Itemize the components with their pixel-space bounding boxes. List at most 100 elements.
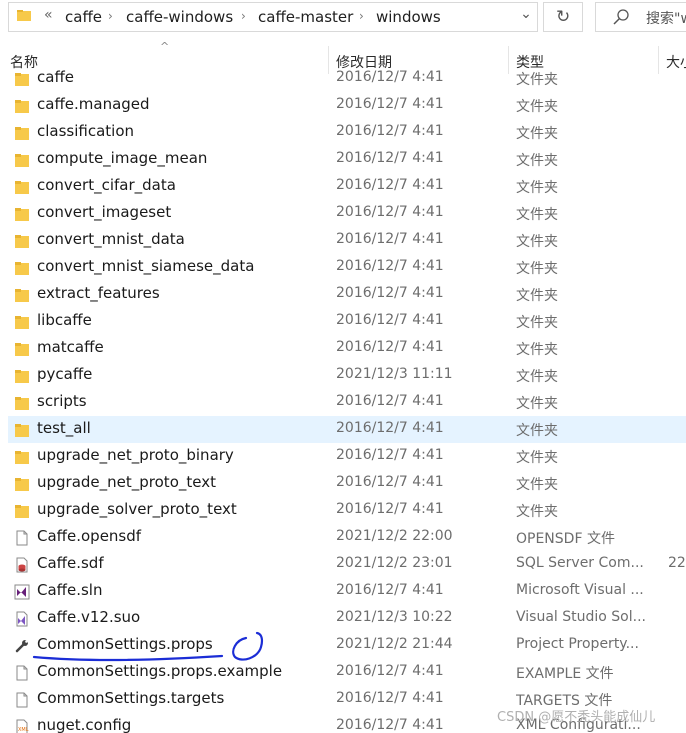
file-type: 文件夹	[516, 477, 558, 493]
file-row[interactable]: convert_mnist_data 2016/12/7 4:41 文件夹	[8, 227, 686, 254]
breadcrumb-overflow-button[interactable]: «	[44, 7, 53, 23]
breadcrumb-separator-icon[interactable]: ›	[359, 9, 364, 23]
file-modified-date: 2016/12/7 4:41	[336, 69, 444, 85]
watermark: CSDN @愿不秃头能成仙儿	[497, 710, 656, 725]
sql-database-icon	[14, 557, 30, 573]
blank-file-icon	[14, 692, 30, 708]
file-type: 文件夹	[516, 288, 558, 304]
folder-icon	[14, 503, 30, 519]
file-name: upgrade_net_proto_text	[37, 473, 216, 491]
breadcrumb-separator-icon[interactable]: ›	[108, 9, 113, 23]
file-modified-date: 2016/12/7 4:41	[336, 150, 444, 166]
file-type: 文件夹	[516, 153, 558, 169]
file-type: 文件夹	[516, 261, 558, 277]
file-modified-date: 2016/12/7 4:41	[336, 447, 444, 463]
file-type: SQL Server Com...	[516, 555, 644, 571]
file-modified-date: 2016/12/7 4:41	[336, 258, 444, 274]
file-row[interactable]: CommonSettings.props.example 2016/12/7 4:…	[8, 659, 686, 686]
file-row[interactable]: CommonSettings.props 2021/12/2 21:44 Proje…	[8, 632, 686, 659]
file-modified-date: 2016/12/7 4:41	[336, 663, 444, 679]
file-name: classification	[37, 122, 135, 140]
file-modified-date: 2016/12/7 4:41	[336, 474, 444, 490]
file-type: Microsoft Visual ...	[516, 582, 644, 598]
file-name: convert_mnist_siamese_data	[37, 257, 255, 275]
file-row[interactable]: upgrade_solver_proto_text 2016/12/7 4:41 文…	[8, 497, 686, 524]
file-name: Caffe.v12.suo	[37, 608, 141, 626]
file-name: compute_image_mean	[37, 149, 208, 167]
search-placeholder: 搜索"w	[646, 11, 686, 27]
file-name: nuget.config	[37, 716, 132, 733]
address-history-dropdown-icon[interactable]: ⌄	[517, 6, 535, 26]
file-name: Caffe.sln	[37, 581, 103, 599]
folder-icon	[14, 71, 30, 87]
folder-icon	[14, 179, 30, 195]
file-type: 文件夹	[516, 396, 558, 412]
breadcrumb-separator-icon[interactable]: ›	[241, 9, 246, 23]
file-row[interactable]: upgrade_net_proto_binary 2016/12/7 4:41 文件…	[8, 443, 686, 470]
file-name: Caffe.opensdf	[37, 527, 142, 545]
file-row[interactable]: compute_image_mean 2016/12/7 4:41 文件夹	[8, 146, 686, 173]
file-modified-date: 2016/12/7 4:41	[336, 177, 444, 193]
folder-icon	[14, 395, 30, 411]
file-row[interactable]: Caffe.opensdf 2021/12/2 22:00 OPENSDF 文件	[8, 524, 686, 551]
file-modified-date: 2016/12/7 4:41	[336, 690, 444, 706]
folder-icon	[14, 422, 30, 438]
file-row[interactable]: convert_cifar_data 2016/12/7 4:41 文件夹	[8, 173, 686, 200]
file-row[interactable]: extract_features 2016/12/7 4:41 文件夹	[8, 281, 686, 308]
breadcrumb-caffe-master[interactable]: caffe-master	[258, 8, 353, 26]
blank-file-icon	[14, 665, 30, 681]
folder-icon	[14, 314, 30, 330]
file-modified-date: 2021/12/2 22:00	[336, 528, 453, 544]
breadcrumb-caffe-windows[interactable]: caffe-windows	[126, 8, 233, 26]
file-row[interactable]: scripts 2016/12/7 4:41 文件夹	[8, 389, 686, 416]
file-name: convert_cifar_data	[37, 176, 176, 194]
file-modified-date: 2016/12/7 4:41	[336, 96, 444, 112]
visual-studio-solution-icon	[14, 584, 30, 600]
file-row[interactable]: libcaffe 2016/12/7 4:41 文件夹	[8, 308, 686, 335]
file-type: Visual Studio Sol...	[516, 609, 646, 625]
file-modified-date: 2016/12/7 4:41	[336, 339, 444, 355]
file-name: convert_imageset	[37, 203, 172, 221]
blank-file-icon	[14, 530, 30, 546]
address-bar[interactable]: « caffe › caffe-windows › caffe-master ›…	[8, 2, 538, 32]
file-row[interactable]: convert_mnist_siamese_data 2016/12/7 4:41…	[8, 254, 686, 281]
file-type: OPENSDF 文件	[516, 531, 615, 547]
file-row[interactable]: convert_imageset 2016/12/7 4:41 文件夹	[8, 200, 686, 227]
refresh-button[interactable]: ↻	[543, 2, 583, 32]
file-name: CommonSettings.targets	[37, 689, 225, 707]
breadcrumb-caffe[interactable]: caffe	[65, 8, 102, 26]
file-modified-date: 2016/12/7 4:41	[336, 285, 444, 301]
file-row[interactable]: test_all 2016/12/7 4:41 文件夹	[8, 416, 686, 443]
file-row[interactable]: pycaffe 2021/12/3 11:11 文件夹	[8, 362, 686, 389]
file-modified-date: 2016/12/7 4:41	[336, 420, 444, 436]
folder-icon	[14, 260, 30, 276]
breadcrumb-windows[interactable]: windows	[376, 8, 441, 26]
file-type: 文件夹	[516, 450, 558, 466]
file-row[interactable]: caffe 2016/12/7 4:41 文件夹	[8, 66, 686, 92]
file-name: convert_mnist_data	[37, 230, 185, 248]
folder-icon	[14, 152, 30, 168]
file-row[interactable]: Caffe.sdf 2021/12/2 23:01 SQL Server Com..…	[8, 551, 686, 578]
file-modified-date: 2016/12/7 4:41	[336, 717, 444, 733]
search-box[interactable]: 搜索"w	[595, 2, 686, 32]
refresh-icon: ↻	[556, 7, 571, 27]
xml-file-icon: XML	[14, 719, 30, 733]
file-list: caffe 2016/12/7 4:41 文件夹 caffe.managed 2016/…	[0, 66, 686, 733]
file-type: 文件夹	[516, 504, 558, 520]
file-type: 文件夹	[516, 99, 558, 115]
file-row[interactable]: classification 2016/12/7 4:41 文件夹	[8, 119, 686, 146]
file-row[interactable]: Caffe.sln 2016/12/7 4:41 Microsoft Visual …	[8, 578, 686, 605]
file-row[interactable]: upgrade_net_proto_text 2016/12/7 4:41 文件夹	[8, 470, 686, 497]
file-name: caffe.managed	[37, 95, 150, 113]
file-name: libcaffe	[37, 311, 92, 329]
file-modified-date: 2016/12/7 4:41	[336, 204, 444, 220]
folder-icon	[14, 287, 30, 303]
file-name: CommonSettings.props	[37, 635, 213, 653]
file-name: extract_features	[37, 284, 160, 302]
file-type: 文件夹	[516, 180, 558, 196]
svg-text:XML: XML	[18, 727, 29, 733]
file-row[interactable]: caffe.managed 2016/12/7 4:41 文件夹	[8, 92, 686, 119]
file-type: EXAMPLE 文件	[516, 666, 614, 682]
file-row[interactable]: matcaffe 2016/12/7 4:41 文件夹	[8, 335, 686, 362]
file-row[interactable]: Caffe.v12.suo 2021/12/3 10:22 Visual Studi…	[8, 605, 686, 632]
